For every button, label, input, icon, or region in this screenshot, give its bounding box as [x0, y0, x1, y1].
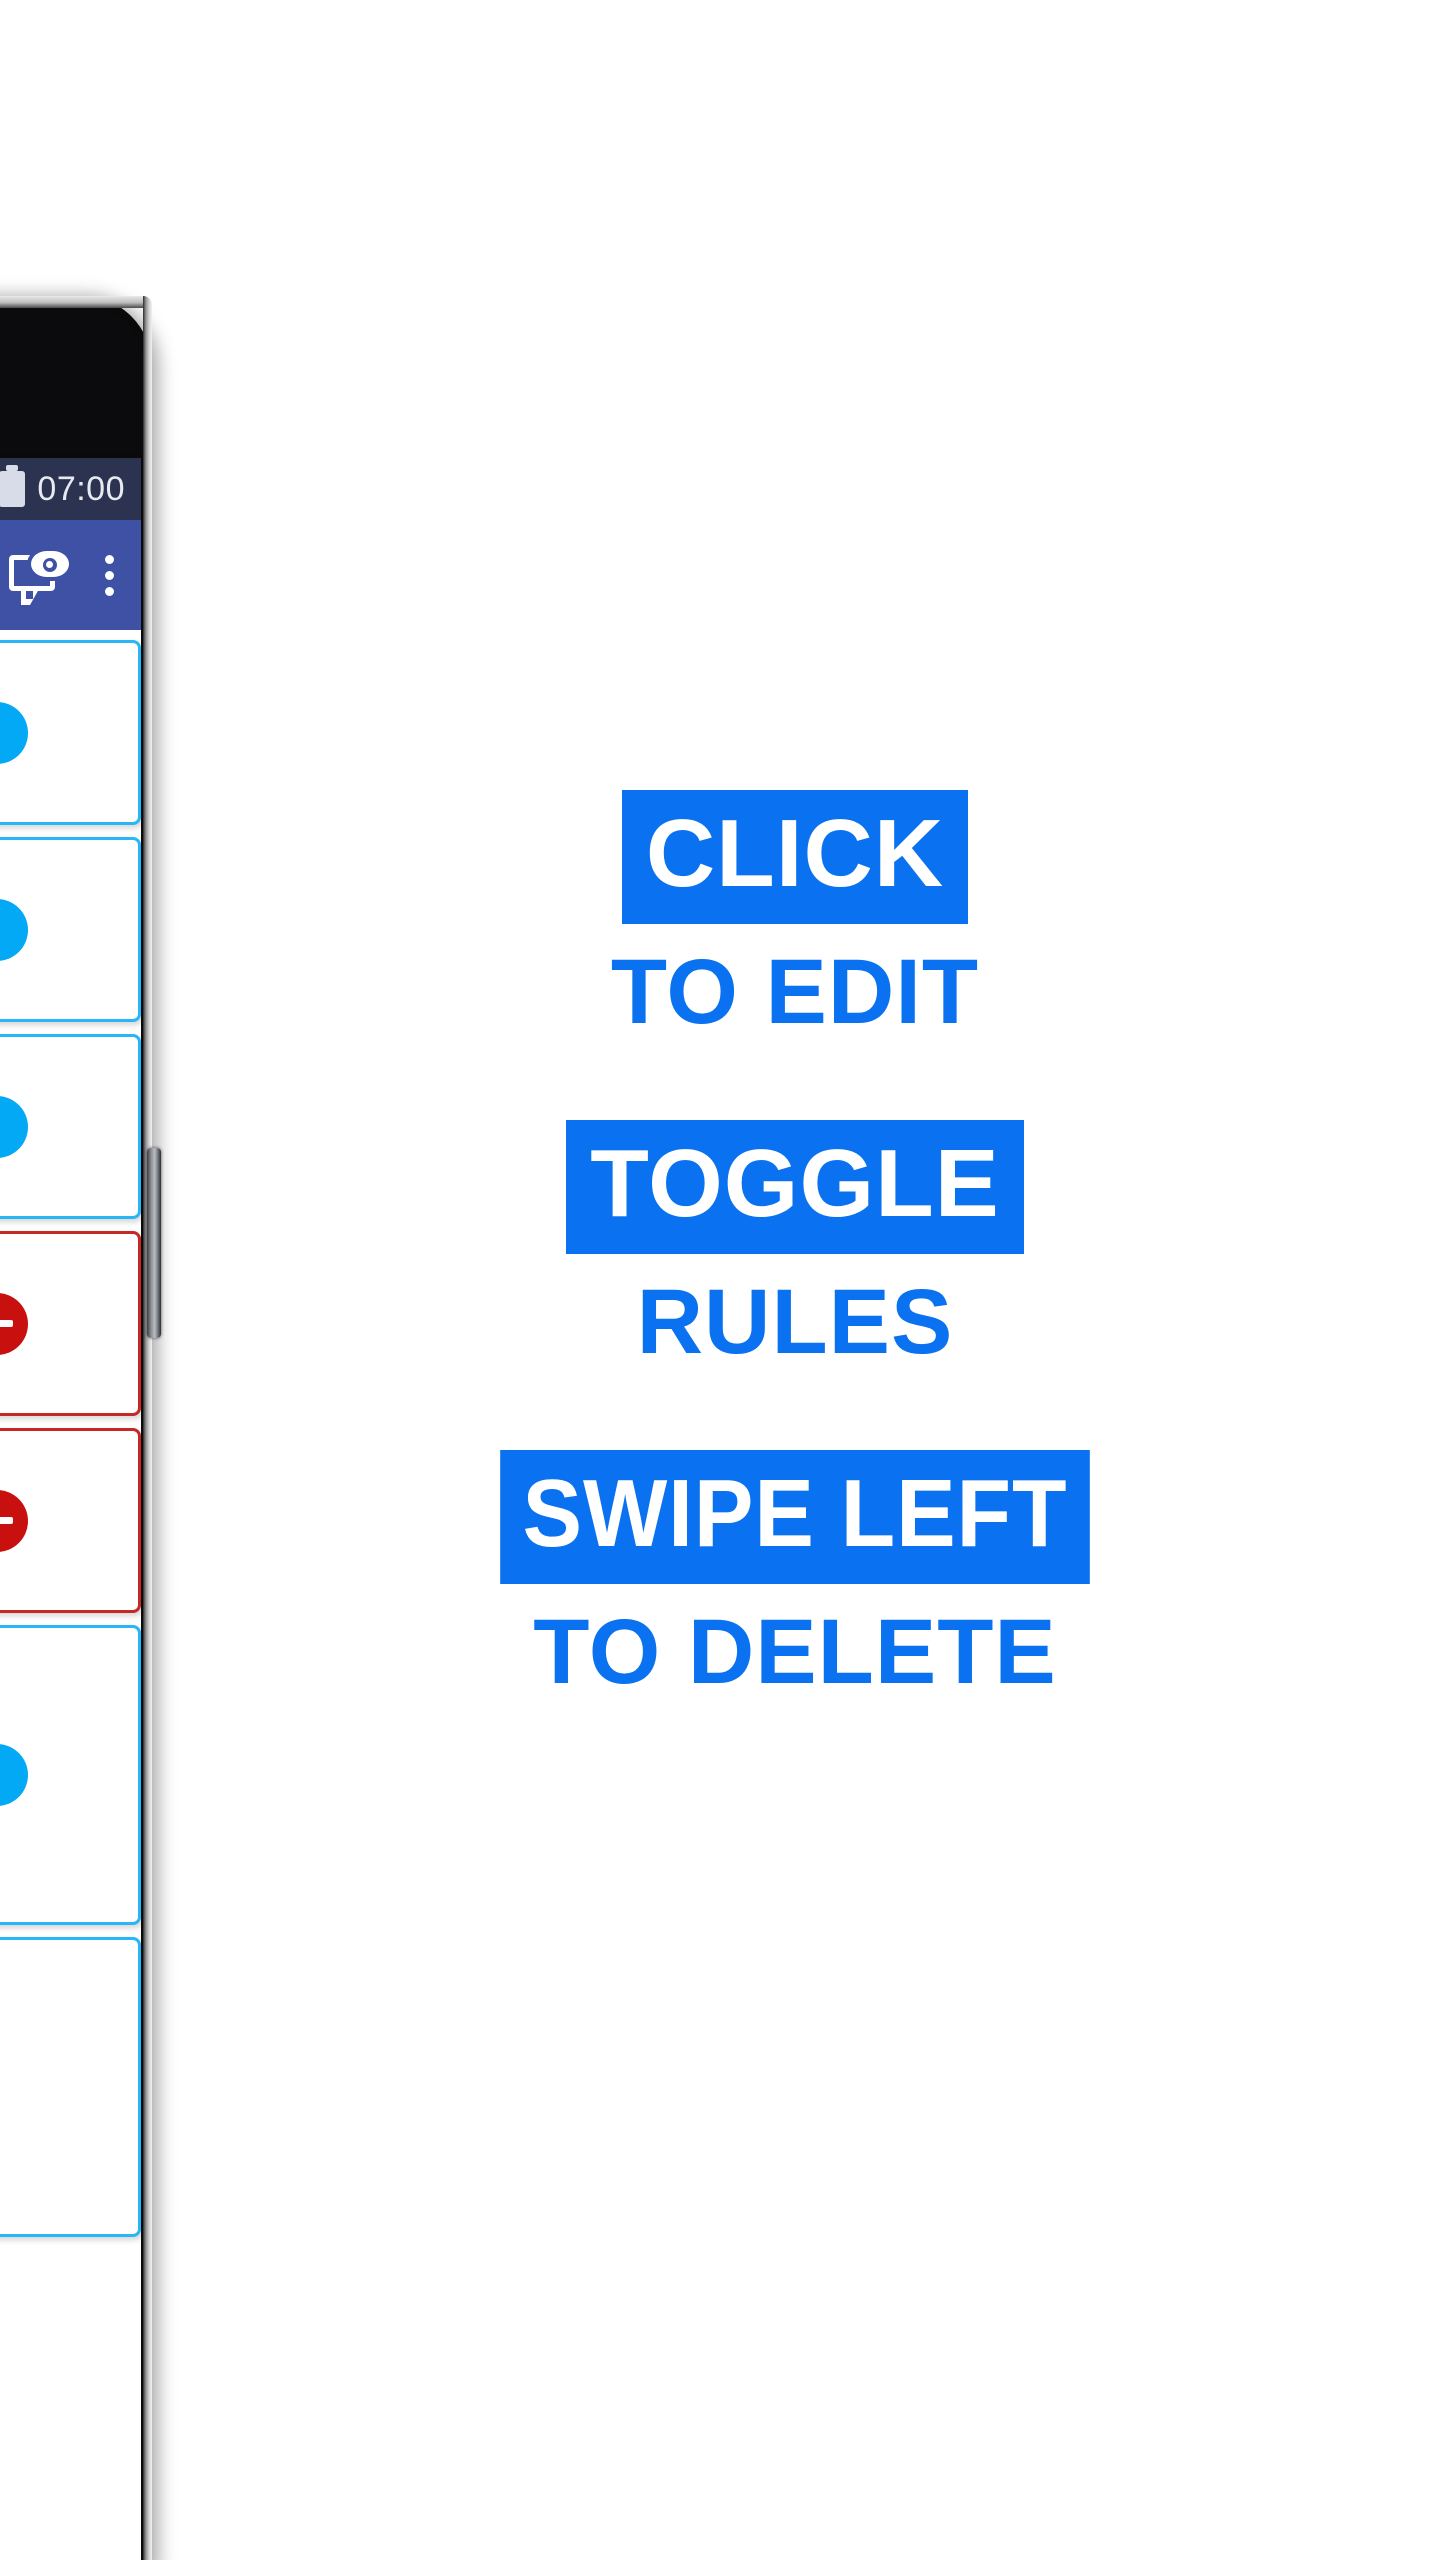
rule-toggle-on[interactable]: [0, 898, 28, 961]
rule-list-item[interactable]: [0, 640, 141, 825]
instruction-highlight: SWIPE LEFT: [500, 1450, 1090, 1584]
instruction-block-swipe: SWIPE LEFT TO DELETE: [150, 1450, 1440, 1698]
instruction-panel: CLICK TO EDIT TOGGLE RULES SWIPE LEFT TO…: [150, 0, 1440, 2560]
instruction-highlight: CLICK: [621, 790, 969, 924]
rule-list-item[interactable]: [0, 1625, 141, 1925]
screenshot-root: 100% 07:00: [0, 0, 1440, 2560]
instruction-highlight: TOGGLE: [566, 1120, 1024, 1254]
minus-icon: [0, 1320, 13, 1327]
rule-toggle-off[interactable]: [0, 1489, 28, 1552]
chat-bubble-tail: [21, 589, 39, 605]
overflow-menu-icon[interactable]: [99, 547, 119, 603]
phone-top-rim: [0, 296, 152, 308]
instruction-subtitle: TO DELETE: [533, 1601, 1057, 1703]
rule-list-item[interactable]: [0, 837, 141, 1022]
rule-toggle-on[interactable]: [0, 701, 28, 764]
status-bar: 100% 07:00: [0, 458, 141, 520]
rule-list-item[interactable]: [0, 1937, 141, 2237]
chat-preview-eye-icon[interactable]: [9, 547, 69, 605]
battery-icon: [0, 465, 26, 507]
dot-3: [104, 586, 114, 596]
phone-screen: 100% 07:00: [0, 458, 141, 2560]
instruction-block-click: CLICK TO EDIT: [150, 790, 1440, 1038]
rule-list-item-disabled[interactable]: [0, 1231, 141, 1416]
dot-1: [104, 554, 114, 564]
instruction-block-toggle: TOGGLE RULES: [150, 1120, 1440, 1368]
minus-icon: [0, 1517, 13, 1524]
phone-device: 100% 07:00: [0, 296, 161, 2560]
rule-list-item-disabled[interactable]: [0, 1428, 141, 1613]
rule-toggle-on[interactable]: [0, 1095, 28, 1158]
app-toolbar: [0, 520, 141, 630]
rule-toggle-on[interactable]: [0, 1744, 28, 1806]
phone-body: 100% 07:00: [0, 296, 161, 2560]
dot-2: [104, 570, 114, 580]
instruction-subtitle: RULES: [636, 1271, 954, 1373]
instruction-subtitle: TO EDIT: [610, 941, 980, 1043]
rule-list-item[interactable]: [0, 1034, 141, 1219]
clock-label: 07:00: [37, 469, 125, 508]
eye-pupil: [43, 558, 57, 572]
phone-top-bezel: [0, 304, 144, 454]
rule-list: [0, 630, 141, 2237]
rule-toggle-off[interactable]: [0, 1292, 28, 1355]
